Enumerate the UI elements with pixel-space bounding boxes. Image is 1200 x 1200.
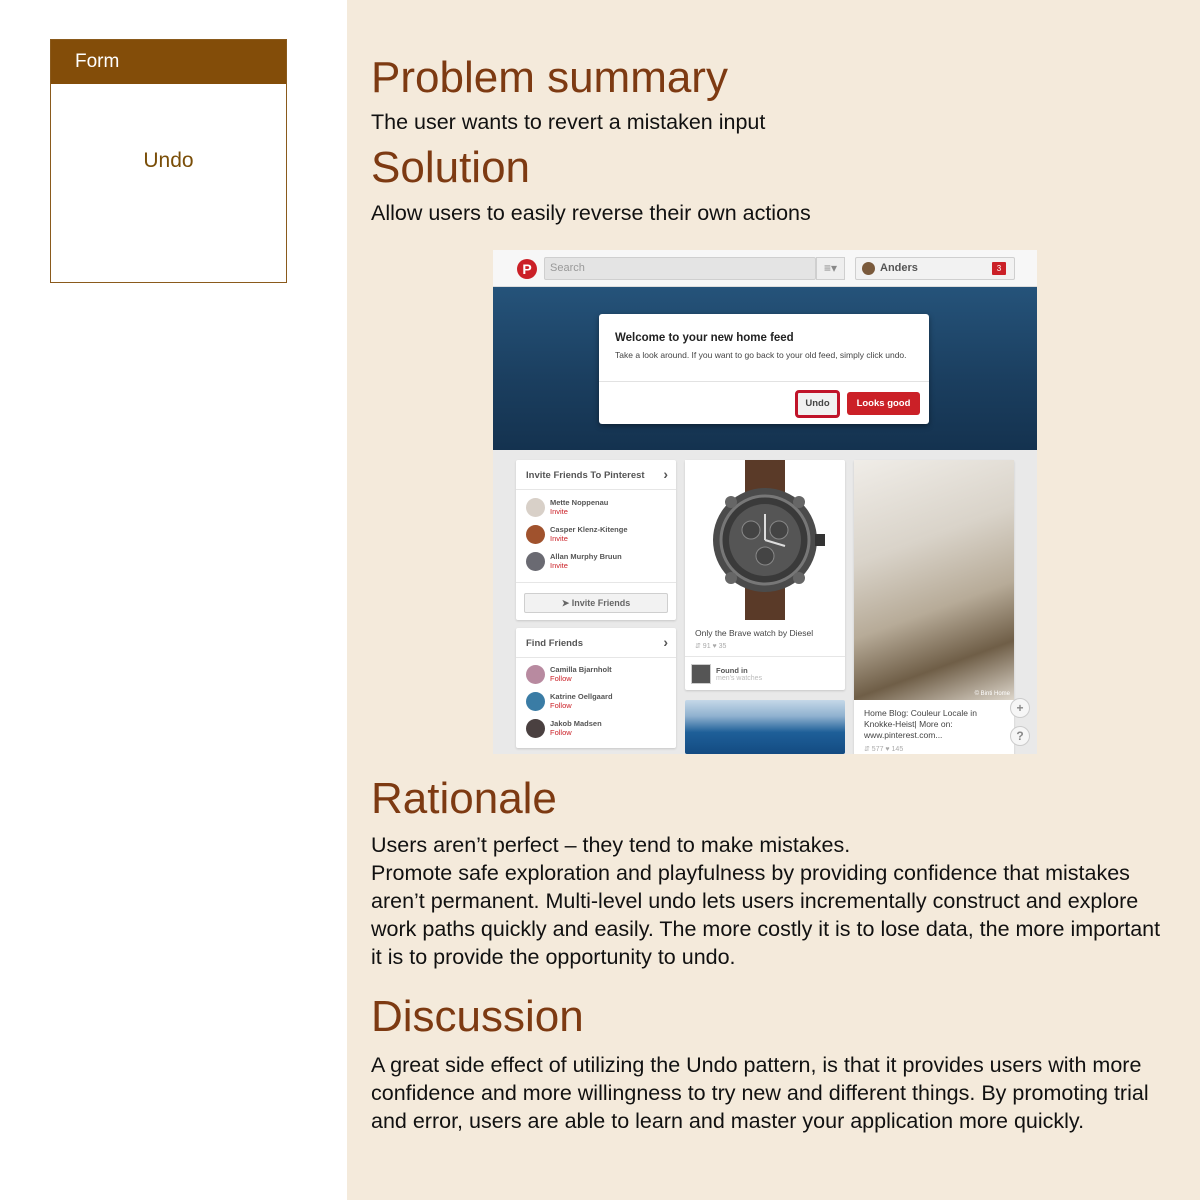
follow-link[interactable]: Follow (550, 701, 572, 710)
left-sidebar: Form Undo (0, 0, 347, 1200)
watch-icon (713, 460, 825, 620)
divider (516, 657, 676, 658)
divider (599, 381, 929, 382)
discussion-heading: Discussion (371, 992, 584, 1041)
divider (516, 582, 676, 583)
find-friends-panel: Find Friends › Camilla Bjarnholt Follow … (516, 628, 676, 748)
rationale-heading: Rationale (371, 774, 557, 823)
plus-icon[interactable]: + (1010, 698, 1030, 718)
chevron-right-icon[interactable]: › (663, 466, 668, 482)
home-pin[interactable]: © Binti Home Home Blog: Couleur Locale i… (854, 460, 1014, 754)
avatar (526, 552, 545, 571)
chevron-right-icon[interactable]: › (663, 634, 668, 650)
divider (516, 489, 676, 490)
avatar (526, 692, 545, 711)
pin-caption: Only the Brave watch by Diesel (695, 628, 814, 638)
dialog-text: Take a look around. If you want to go ba… (615, 350, 907, 360)
card-header: Form (51, 40, 286, 84)
dialog-title: Welcome to your new home feed (615, 332, 794, 344)
problem-summary-heading: Problem summary (371, 53, 728, 102)
pinterest-topbar: P Search ≡▾ Anders 3 (493, 250, 1037, 287)
invite-friends-title: Invite Friends To Pinterest (526, 470, 645, 481)
help-icon[interactable]: ? (1010, 726, 1030, 746)
follow-link[interactable]: Follow (550, 728, 572, 737)
discussion-text: A great side effect of utilizing the Und… (371, 1053, 1149, 1133)
invite-link[interactable]: Invite (550, 534, 568, 543)
found-in-label: Found in (716, 666, 748, 675)
send-icon: ➤ (561, 598, 572, 608)
pin-stats: ⇵ 91 ♥ 35 (695, 643, 727, 650)
pin-stats: ⇵ 577 ♥ 145 (864, 746, 904, 753)
invite-friends-button[interactable]: ➤ Invite Friends (524, 593, 668, 613)
find-friends-title: Find Friends (526, 638, 583, 649)
person-name: Jakob Madsen (550, 719, 602, 728)
looks-good-button[interactable]: Looks good (847, 392, 920, 415)
person-name: Katrine Oellgaard (550, 692, 613, 701)
watch-pin[interactable]: Only the Brave watch by Diesel ⇵ 91 ♥ 35… (685, 460, 845, 690)
search-input[interactable]: Search (544, 257, 816, 280)
content-area: Problem summary The user wants to revert… (347, 0, 1200, 1200)
photo-credit: © Binti Home (974, 691, 1010, 697)
person-name: Allan Murphy Bruun (550, 552, 622, 561)
pinterest-logo-icon[interactable]: P (517, 259, 537, 279)
person-name: Mette Noppenau (550, 498, 609, 507)
board-name[interactable]: men's watches (716, 675, 762, 682)
invite-link[interactable]: Invite (550, 561, 568, 570)
divider (685, 656, 845, 657)
avatar (526, 719, 545, 738)
user-button[interactable]: Anders 3 (855, 257, 1015, 280)
invite-friends-label: Invite Friends (571, 598, 631, 608)
invite-friends-panel: Invite Friends To Pinterest › Mette Nopp… (516, 460, 676, 620)
problem-summary-text: The user wants to revert a mistaken inpu… (371, 110, 766, 134)
example-screenshot: P Search ≡▾ Anders 3 Welcome to your new… (493, 250, 1037, 754)
follow-link[interactable]: Follow (550, 674, 572, 683)
invite-link[interactable]: Invite (550, 507, 568, 516)
avatar (526, 665, 545, 684)
person-name: Camilla Bjarnholt (550, 665, 612, 674)
room-image[interactable]: © Binti Home (854, 460, 1014, 700)
page: Form Undo Problem summary The user wants… (0, 0, 1200, 1200)
user-name: Anders (880, 262, 918, 274)
rationale-text: Promote safe exploration and playfulness… (371, 861, 1161, 969)
solution-text: Allow users to easily reverse their own … (371, 201, 811, 225)
watch-image[interactable] (685, 460, 844, 620)
board-thumbnail (691, 664, 711, 684)
menu-icon[interactable]: ≡▾ (816, 257, 845, 280)
sea-pin-image[interactable] (685, 700, 845, 754)
avatar (862, 262, 875, 275)
undo-button[interactable]: Undo (795, 390, 840, 418)
avatar (526, 498, 545, 517)
hero-banner: Welcome to your new home feed Take a loo… (493, 287, 1037, 450)
rationale-line-1: Users aren’t perfect – they tend to make… (371, 833, 851, 857)
notification-badge[interactable]: 3 (992, 262, 1006, 275)
person-name: Casper Klenz-Kitenge (550, 525, 628, 534)
pattern-card: Form Undo (50, 39, 287, 283)
avatar (526, 525, 545, 544)
pin-caption: Home Blog: Couleur Locale in Knokke-Heis… (864, 708, 977, 740)
solution-heading: Solution (371, 143, 531, 192)
card-item-undo[interactable]: Undo (51, 84, 286, 173)
welcome-dialog: Welcome to your new home feed Take a loo… (599, 314, 929, 424)
